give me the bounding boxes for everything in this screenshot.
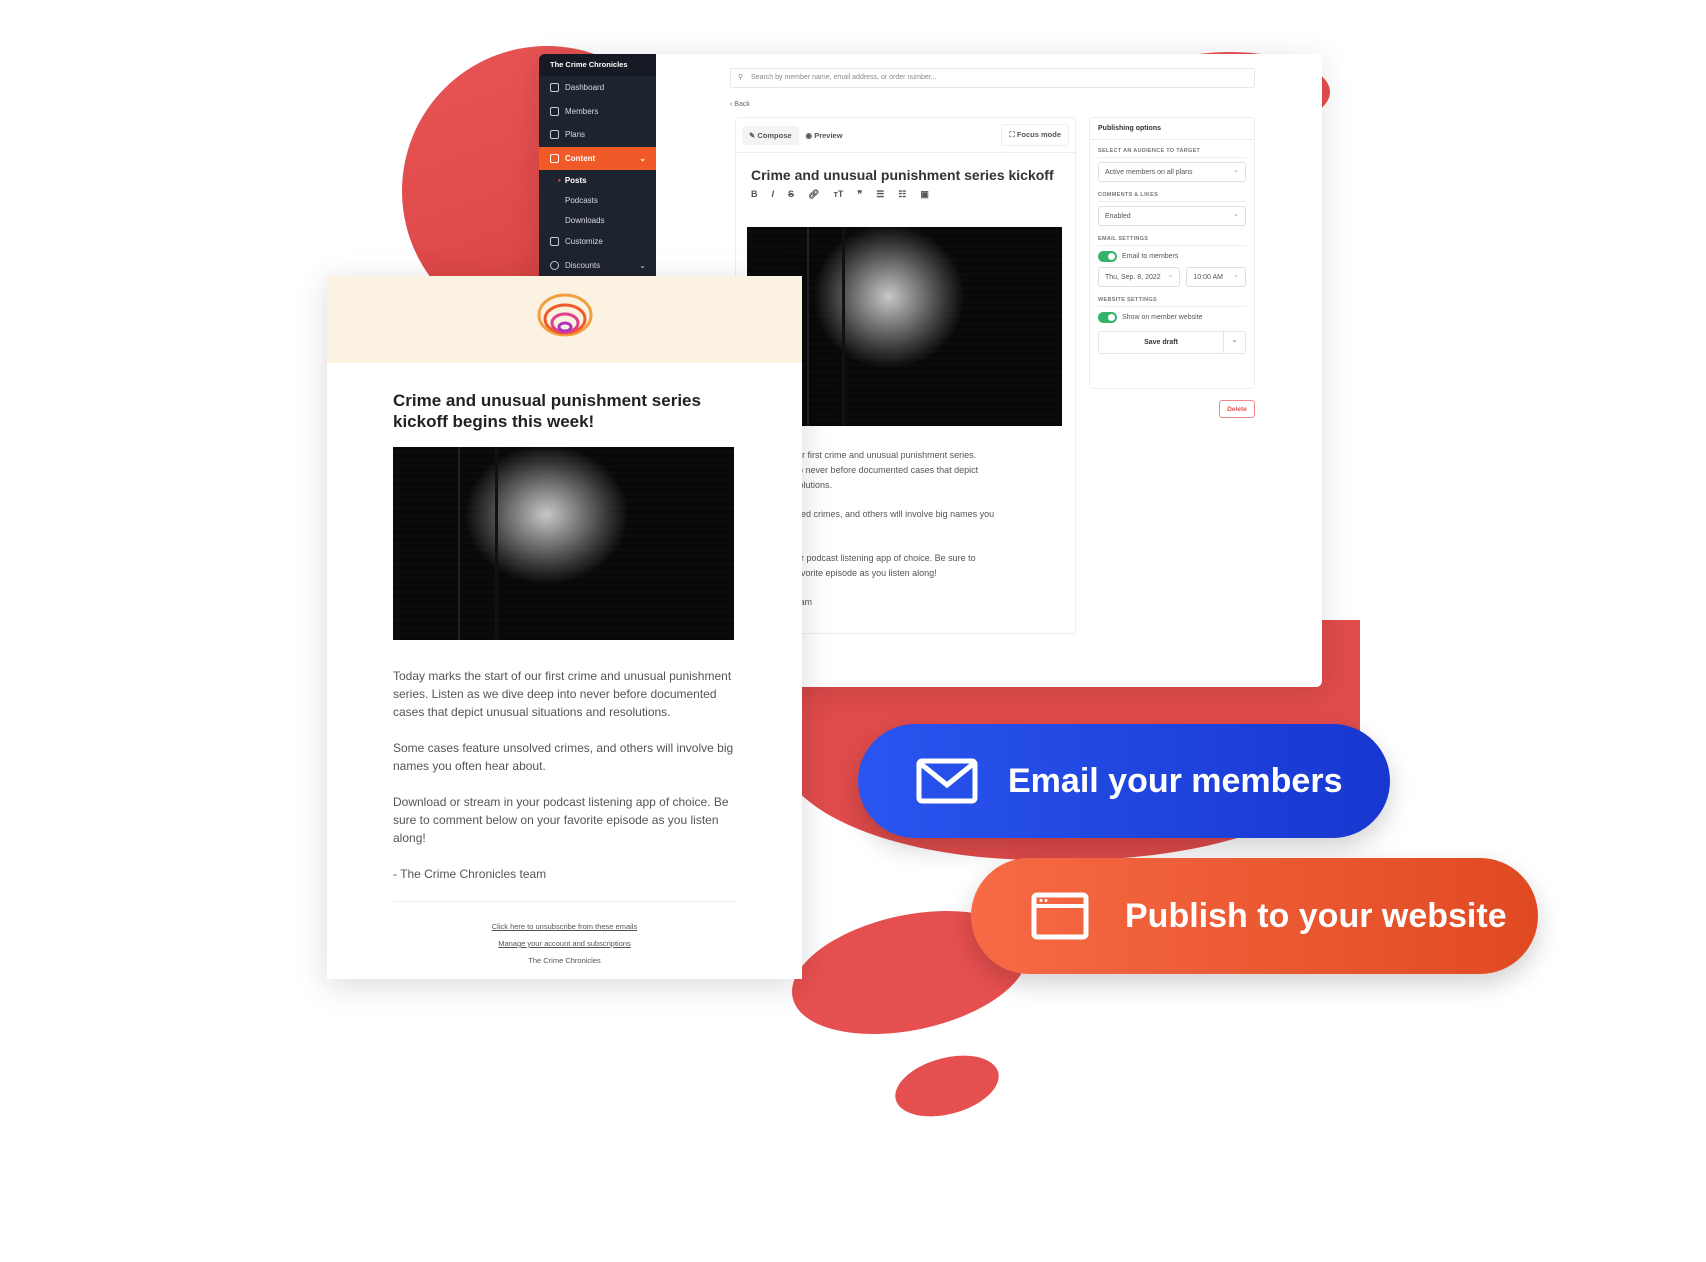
eye-icon: ◉	[805, 130, 813, 140]
unsubscribe-link[interactable]: Click here to unsubscribe from these ema…	[393, 918, 736, 935]
search-input[interactable]: ⚲ Search by member name, email address, o…	[730, 68, 1255, 88]
back-label: Back	[734, 101, 750, 108]
sidebar-item-label: Plans	[565, 130, 586, 140]
quote-icon[interactable]: ❞	[857, 189, 862, 200]
bullet-list-icon[interactable]: ☰	[876, 189, 884, 200]
sidebar-item-discounts[interactable]: Discounts ⌄	[539, 254, 656, 278]
back-link[interactable]: ‹ Back	[730, 101, 750, 108]
tag-icon	[550, 260, 559, 270]
sidebar-item-label: Discounts	[565, 260, 601, 270]
sidebar-item-plans[interactable]: Plans	[539, 123, 656, 147]
focus-icon: ⛶	[1009, 130, 1015, 139]
website-toggle[interactable]: Show on member website	[1098, 312, 1246, 323]
content-icon	[550, 153, 559, 163]
browser-window-icon	[1031, 892, 1089, 940]
sidebar-item-label: Customize	[565, 237, 603, 247]
chevron-down-icon: ⌄	[639, 153, 646, 163]
email-header	[327, 276, 802, 363]
bold-icon[interactable]: B	[751, 189, 758, 200]
toggle-label: Email to members	[1122, 253, 1179, 260]
save-draft-button[interactable]: Save draft	[1099, 332, 1224, 353]
time-select[interactable]: 10:00 AM	[1186, 267, 1246, 287]
email-preview-card: Crime and unusual punishment series kick…	[327, 276, 802, 979]
sidebar-item-dashboard[interactable]: Dashboard	[539, 76, 656, 100]
sidebar-item-downloads[interactable]: Downloads	[539, 210, 656, 230]
sidebar-item-content[interactable]: Content ⌄	[539, 146, 656, 170]
toggle-label: Show on member website	[1122, 314, 1203, 321]
comments-select[interactable]: Enabled	[1098, 206, 1246, 226]
chevron-down-icon: ⌄	[639, 260, 646, 270]
comments-label: COMMENTS & LIKES	[1098, 192, 1246, 202]
email-settings-label: EMAIL SETTINGS	[1098, 236, 1246, 246]
dashboard-icon	[550, 83, 559, 93]
sliders-icon	[550, 237, 559, 247]
delete-button[interactable]: Delete	[1219, 400, 1255, 418]
cta-label: Publish to your website	[1125, 896, 1507, 935]
email-paragraph: Some cases feature unsolved crimes, and …	[393, 741, 734, 773]
search-placeholder: Search by member name, email address, or…	[751, 74, 937, 81]
email-title: Crime and unusual punishment series kick…	[393, 391, 701, 431]
email-image	[393, 447, 734, 640]
sidebar-item-label: Downloads	[565, 215, 605, 225]
toggle-on-icon	[1098, 312, 1117, 323]
email-paragraph: Download or stream in your podcast liste…	[393, 795, 729, 845]
envelope-icon	[916, 758, 978, 804]
email-toggle[interactable]: Email to members	[1098, 251, 1246, 262]
email-members-cta[interactable]: Email your members	[858, 724, 1390, 838]
email-signature: - The Crime Chronicles team	[393, 867, 547, 881]
sidebar: The Crime Chronicles Dashboard Members P…	[539, 54, 656, 276]
sidebar-brand: The Crime Chronicles	[539, 54, 656, 76]
numbered-list-icon[interactable]: ☷	[898, 189, 906, 200]
link-icon[interactable]: 🔗︎	[808, 189, 819, 200]
cta-label: Email your members	[1008, 761, 1343, 800]
audience-label: SELECT AN AUDIENCE TO TARGET	[1098, 148, 1246, 158]
focus-label: Focus mode	[1016, 130, 1061, 139]
publish-website-cta[interactable]: Publish to your website	[971, 858, 1538, 974]
strikethrough-icon[interactable]: S	[788, 189, 794, 200]
save-options-chevron-icon[interactable]: ⌄	[1224, 332, 1245, 353]
focus-mode-button[interactable]: ⛶ Focus mode	[1001, 124, 1069, 146]
tab-label: Preview	[814, 130, 843, 140]
tab-preview[interactable]: ◉ Preview	[799, 126, 850, 145]
brand-logo-icon	[537, 293, 593, 337]
sidebar-item-label: Dashboard	[565, 83, 605, 93]
date-select[interactable]: Thu, Sep. 8, 2022	[1098, 267, 1181, 287]
active-dot-icon: •	[558, 175, 561, 185]
audience-select[interactable]: Active members on all plans	[1098, 162, 1246, 182]
sidebar-item-podcasts[interactable]: Podcasts	[539, 190, 656, 210]
members-icon	[550, 106, 559, 116]
decor-blob-small-2	[888, 1045, 1006, 1127]
search-icon: ⚲	[738, 74, 744, 81]
text-size-icon[interactable]: ᴛT	[833, 189, 843, 200]
italic-icon[interactable]: I	[772, 189, 775, 200]
sidebar-item-posts[interactable]: • Posts	[539, 170, 656, 190]
post-title-input[interactable]: Crime and unusual punishment series kick…	[736, 153, 1075, 183]
format-toolbar: B I S 🔗︎ ᴛT ❞ ☰ ☷ ▣	[736, 183, 1075, 206]
publishing-options-panel: Publishing options SELECT AN AUDIENCE TO…	[1089, 117, 1255, 389]
sidebar-item-members[interactable]: Members	[539, 100, 656, 124]
plans-icon	[550, 130, 559, 140]
email-paragraph: Today marks the start of our first crime…	[393, 669, 732, 719]
image-icon[interactable]: ▣	[920, 189, 929, 200]
sidebar-item-customize[interactable]: Customize	[539, 230, 656, 254]
sidebar-item-label: Posts	[564, 175, 587, 185]
toggle-on-icon	[1098, 251, 1117, 262]
tab-label: Compose	[757, 130, 792, 140]
email-footer: The Crime Chronicles	[528, 956, 601, 965]
website-settings-label: WEBSITE SETTINGS	[1098, 297, 1246, 307]
panel-title: Publishing options	[1090, 118, 1254, 140]
sidebar-item-label: Podcasts	[565, 195, 598, 205]
sidebar-item-label: Members	[565, 106, 599, 116]
manage-account-link[interactable]: Manage your account and subscriptions	[393, 935, 736, 952]
tab-compose[interactable]: ✎ Compose	[742, 125, 799, 145]
sidebar-item-label: Content	[565, 153, 596, 163]
